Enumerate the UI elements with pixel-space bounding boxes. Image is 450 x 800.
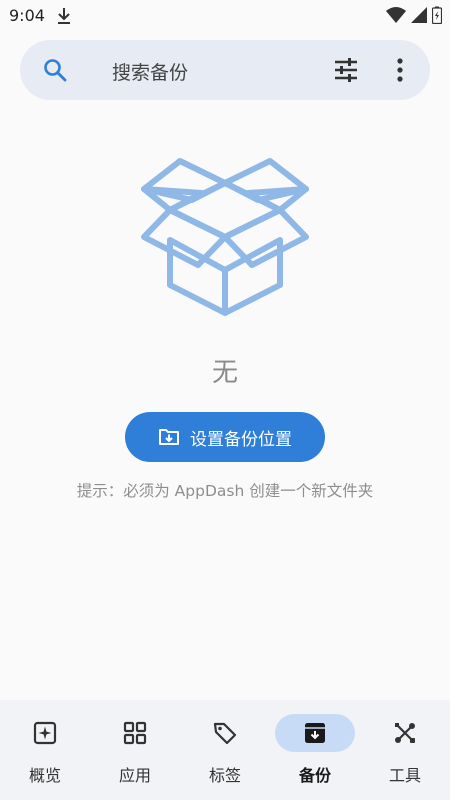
empty-state-label: 无 — [211, 358, 238, 388]
tags-icon — [213, 722, 237, 745]
nav-item-backup[interactable]: 备份 — [270, 700, 360, 800]
status-icons — [386, 6, 442, 24]
nav-item-tags[interactable]: 标签 — [180, 700, 270, 800]
search-input[interactable]: 搜索备份 — [112, 58, 188, 85]
status-bar: 9:04 — [0, 0, 450, 32]
download-icon — [58, 8, 70, 24]
search-bar[interactable]: 搜索备份 — [20, 40, 430, 100]
tools-icon — [395, 723, 415, 743]
more-vert-icon[interactable] — [390, 57, 410, 83]
bottom-navigation: 概览 应用 标签 备份 工具 — [0, 700, 450, 800]
search-icon[interactable] — [42, 57, 68, 83]
hint-text: 提示：必须为 AppDash 创建一个新文件夹 — [76, 482, 374, 500]
nav-label-tools: 工具 — [388, 766, 421, 785]
nav-label-overview: 概览 — [28, 766, 61, 785]
signal-icon — [411, 7, 427, 23]
backup-screen: 9:04 搜索备份 无 设置备份位置 提示：必须为 AppDash 创建一个新文… — [0, 0, 450, 800]
nav-item-apps[interactable]: 应用 — [90, 700, 180, 800]
nav-label-apps: 应用 — [118, 766, 151, 785]
status-time: 9:04 — [9, 6, 45, 25]
apps-grid-icon — [123, 721, 147, 745]
folder-download-icon — [159, 429, 179, 445]
set-backup-location-label: 设置备份位置 — [190, 429, 292, 450]
nav-item-overview[interactable]: 概览 — [0, 700, 90, 800]
set-backup-location-button[interactable]: 设置备份位置 — [125, 412, 325, 462]
nav-item-tools[interactable]: 工具 — [360, 700, 450, 800]
filter-tune-icon[interactable] — [333, 57, 359, 83]
empty-box-icon — [141, 158, 309, 316]
nav-label-backup: 备份 — [298, 766, 331, 785]
nav-label-tags: 标签 — [208, 766, 241, 785]
overview-icon — [33, 721, 57, 745]
archive-icon — [305, 723, 325, 743]
wifi-icon — [386, 7, 406, 23]
battery-icon — [432, 6, 442, 24]
